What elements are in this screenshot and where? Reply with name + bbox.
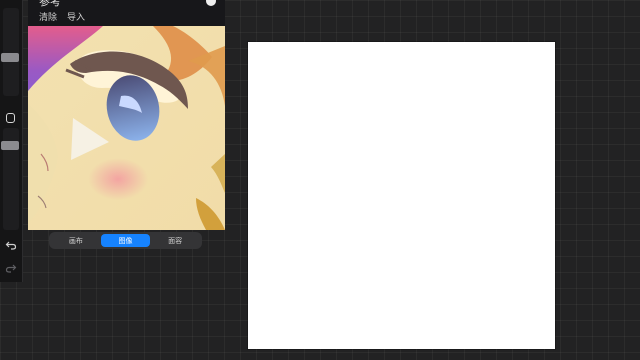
reference-actions: 清除 导入	[39, 10, 85, 23]
left-tool-rail	[0, 0, 23, 282]
image-mode-tab[interactable]: 图像	[100, 234, 151, 247]
reference-view-selector: 画布 图像 面容	[49, 232, 202, 249]
modify-square-icon[interactable]	[6, 113, 15, 123]
reference-title: 参考	[39, 0, 61, 8]
brush-size-thumb[interactable]	[1, 53, 19, 62]
brush-size-slider[interactable]	[3, 8, 19, 96]
procreate-workspace: 参考 清除 导入 画布 图像 面容	[0, 0, 640, 360]
reference-image[interactable]	[28, 26, 225, 230]
clear-reference-button[interactable]: 清除	[39, 10, 57, 23]
face-mode-tab[interactable]: 面容	[150, 234, 200, 247]
undo-icon[interactable]	[4, 238, 18, 252]
canvas-mode-tab[interactable]: 画布	[51, 234, 101, 247]
drawing-canvas[interactable]	[248, 42, 555, 349]
close-dot-icon[interactable]	[206, 0, 216, 6]
import-reference-button[interactable]: 导入	[67, 10, 85, 23]
opacity-thumb[interactable]	[1, 141, 19, 150]
reference-panel[interactable]: 参考 清除 导入	[28, 0, 225, 230]
redo-icon[interactable]	[4, 261, 18, 275]
